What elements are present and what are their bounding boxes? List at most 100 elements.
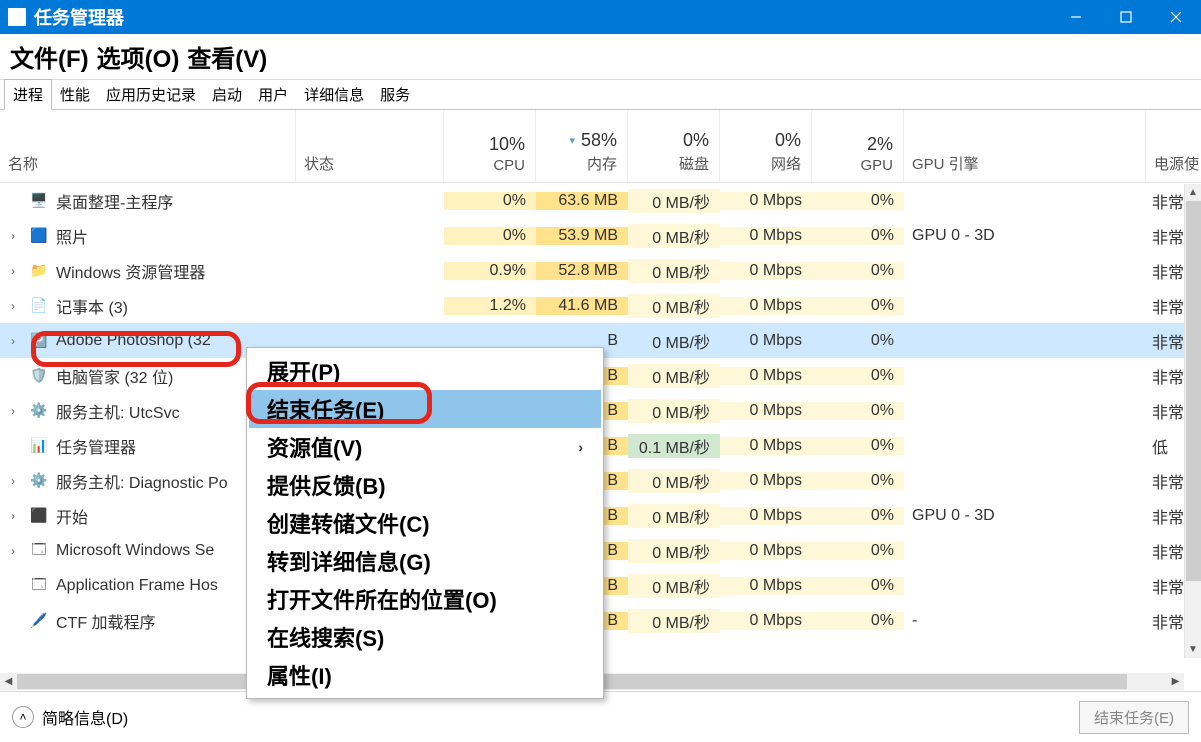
column-headers: 名称 状态 10% CPU ▾58% 内存 0% 磁盘 0% 网络 2% GPU… — [0, 110, 1201, 183]
net-cell: 0 Mbps — [720, 437, 812, 455]
gpu-cell: 0% — [812, 367, 904, 385]
title-bar: 任务管理器 — [0, 0, 1201, 34]
tab-services[interactable]: 服务 — [372, 80, 418, 109]
scroll-right-icon[interactable]: ▶ — [1167, 676, 1184, 687]
disk-cell: 0 MB/秒 — [628, 189, 720, 213]
process-icon: 🟦 — [30, 227, 48, 245]
cpu-cell: 0.9% — [444, 262, 536, 280]
sort-indicator-icon: ▾ — [569, 134, 575, 147]
net-usage-header: 0% — [775, 130, 801, 151]
tab-strip: 进程 性能 应用历史记录 启动 用户 详细信息 服务 — [0, 80, 1201, 110]
tab-performance[interactable]: 性能 — [52, 80, 98, 109]
process-name: 电脑管家 (32 位) — [56, 364, 173, 388]
col-cpu[interactable]: 10% CPU — [444, 110, 536, 182]
context-menu-item[interactable]: 提供反馈(B) — [249, 466, 601, 504]
expand-icon[interactable]: › — [6, 264, 20, 278]
gpu-label: GPU — [860, 157, 893, 174]
scroll-thumb[interactable] — [1186, 201, 1201, 581]
menu-options[interactable]: 选项(O) — [97, 39, 180, 74]
tab-details[interactable]: 详细信息 — [296, 80, 372, 109]
col-status[interactable]: 状态 — [296, 110, 444, 182]
cpu-usage-header: 10% — [489, 134, 525, 155]
process-icon: 📄 — [30, 297, 48, 315]
context-menu-item[interactable]: 在线搜索(S) — [249, 618, 601, 656]
tab-app-history[interactable]: 应用历史记录 — [98, 80, 204, 109]
net-cell: 0 Mbps — [720, 472, 812, 490]
context-menu-item[interactable]: 结束任务(E) — [249, 390, 601, 428]
context-menu-item[interactable]: 属性(I) — [249, 656, 601, 694]
gpu-cell: 0% — [812, 472, 904, 490]
close-button[interactable] — [1151, 0, 1201, 34]
process-icon: 🗔 — [30, 542, 48, 560]
net-cell: 0 Mbps — [720, 612, 812, 630]
expand-icon[interactable]: › — [6, 229, 20, 243]
process-name: Adobe Photoshop (32 — [56, 332, 211, 350]
gpu-cell: 0% — [812, 437, 904, 455]
process-name: Microsoft Windows Se — [56, 542, 214, 560]
menu-file[interactable]: 文件(F) — [10, 39, 89, 74]
vertical-scrollbar[interactable]: ▲ ▼ — [1184, 184, 1201, 658]
col-power[interactable]: 电源使 — [1146, 110, 1201, 182]
expand-icon[interactable]: › — [6, 474, 20, 488]
table-row[interactable]: 🖥️ 桌面整理-主程序 0% 63.6 MB 0 MB/秒 0 Mbps 0% … — [0, 183, 1201, 218]
col-network[interactable]: 0% 网络 — [720, 110, 812, 182]
cpu-cell: 0% — [444, 192, 536, 210]
net-cell: 0 Mbps — [720, 262, 812, 280]
scroll-up-icon[interactable]: ▲ — [1185, 184, 1201, 201]
col-gpu-engine[interactable]: GPU 引擎 — [904, 110, 1146, 182]
scroll-down-icon[interactable]: ▼ — [1185, 641, 1201, 658]
process-name: 开始 — [56, 504, 88, 528]
gpu-cell: 0% — [812, 192, 904, 210]
expand-icon[interactable]: › — [6, 299, 20, 313]
mem-usage-header: 58% — [581, 130, 617, 151]
process-icon: 📊 — [30, 437, 48, 455]
disk-cell: 0 MB/秒 — [628, 574, 720, 598]
col-memory[interactable]: ▾58% 内存 — [536, 110, 628, 182]
disk-cell: 0 MB/秒 — [628, 294, 720, 318]
tab-processes[interactable]: 进程 — [4, 79, 52, 110]
context-menu-item[interactable]: 展开(P) — [249, 352, 601, 390]
maximize-button[interactable] — [1101, 0, 1151, 34]
tab-startup[interactable]: 启动 — [204, 80, 250, 109]
col-name[interactable]: 名称 — [0, 110, 296, 182]
context-menu-item[interactable]: 资源值(V)› — [249, 428, 601, 466]
disk-cell: 0.1 MB/秒 — [628, 434, 720, 458]
table-row[interactable]: › 🟦 照片 0% 53.9 MB 0 MB/秒 0 Mbps 0% GPU 0… — [0, 218, 1201, 253]
disk-cell: 0 MB/秒 — [628, 539, 720, 563]
net-cell: 0 Mbps — [720, 577, 812, 595]
gpu-cell: 0% — [812, 612, 904, 630]
process-name: 服务主机: Diagnostic Po — [56, 469, 228, 493]
table-row[interactable]: › 📁 Windows 资源管理器 0.9% 52.8 MB 0 MB/秒 0 … — [0, 253, 1201, 288]
gpu-engine-cell: GPU 0 - 3D — [904, 227, 1146, 245]
context-menu-item[interactable]: 转到详细信息(G) — [249, 542, 601, 580]
fewer-details-button[interactable]: ˄ 简略信息(D) — [12, 705, 128, 729]
net-cell: 0 Mbps — [720, 367, 812, 385]
context-menu-item[interactable]: 创建转储文件(C) — [249, 504, 601, 542]
gpu-usage-header: 2% — [867, 134, 893, 155]
context-menu-item[interactable]: 打开文件所在的位置(O) — [249, 580, 601, 618]
table-row[interactable]: › 📄 记事本 (3) 1.2% 41.6 MB 0 MB/秒 0 Mbps 0… — [0, 288, 1201, 323]
tab-users[interactable]: 用户 — [250, 80, 296, 109]
net-cell: 0 Mbps — [720, 227, 812, 245]
col-disk[interactable]: 0% 磁盘 — [628, 110, 720, 182]
menu-item-label: 结束任务(E) — [267, 393, 384, 425]
expand-icon[interactable]: › — [6, 509, 20, 523]
menu-view[interactable]: 查看(V) — [187, 39, 267, 74]
process-name-cell: › 📁 Windows 资源管理器 — [0, 259, 296, 283]
end-task-button[interactable]: 结束任务(E) — [1079, 701, 1189, 734]
expand-icon[interactable]: › — [6, 544, 20, 558]
menu-item-label: 在线搜索(S) — [267, 621, 384, 653]
menu-item-label: 打开文件所在的位置(O) — [267, 583, 497, 615]
app-icon — [8, 8, 26, 26]
disk-cell: 0 MB/秒 — [628, 609, 720, 633]
gpu-engine-cell: GPU 0 - 3D — [904, 507, 1146, 525]
gpu-cell: 0% — [812, 262, 904, 280]
disk-cell: 0 MB/秒 — [628, 364, 720, 388]
expand-icon[interactable]: › — [6, 404, 20, 418]
expand-icon[interactable]: › — [6, 334, 20, 348]
col-gpu[interactable]: 2% GPU — [812, 110, 904, 182]
minimize-button[interactable] — [1051, 0, 1101, 34]
process-icon: 🗔 — [30, 577, 48, 595]
process-icon: ⚙️ — [30, 402, 48, 420]
scroll-left-icon[interactable]: ◀ — [0, 676, 17, 687]
